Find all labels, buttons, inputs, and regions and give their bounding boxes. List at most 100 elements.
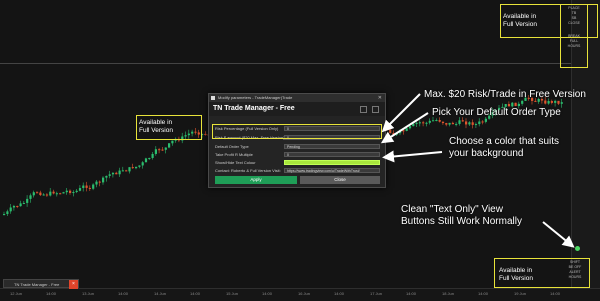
- color-choice-note: Choose a color that suits your backgroun…: [449, 136, 559, 160]
- candle-body: [78, 188, 82, 191]
- available-label-dialog: Available in Full Version: [139, 119, 173, 135]
- candle-body: [52, 191, 55, 194]
- trade-panel-bottom: SHIFT BE OFF ALERT HOURS: [563, 260, 587, 288]
- panel-button-close[interactable]: CLOSE: [562, 21, 586, 26]
- candle-body: [418, 122, 421, 124]
- available-line-2: Full Version: [499, 275, 533, 282]
- candle-body: [168, 143, 171, 148]
- available-label-bottom: Available in Full Version: [499, 267, 533, 283]
- param-label: Contact: Roberto & Full Version Visit:: [215, 168, 281, 173]
- candle-body: [474, 124, 478, 126]
- square-icon[interactable]: [360, 106, 367, 113]
- candle-body: [471, 122, 474, 125]
- candle-body: [458, 120, 461, 124]
- time-axis-label: 13 Jun: [82, 291, 95, 296]
- candle-body: [478, 121, 481, 125]
- candle-body: [151, 153, 154, 158]
- note-line: Choose a color that suits: [449, 136, 560, 147]
- available-line-2: Full Version: [139, 127, 173, 134]
- candle-body: [415, 122, 418, 124]
- candle-body: [557, 100, 560, 104]
- candle-body: [547, 101, 550, 104]
- candle-body: [6, 211, 9, 215]
- candle-body: [451, 122, 454, 125]
- candle-body: [455, 123, 458, 125]
- horizontal-level-line[interactable]: [0, 63, 572, 64]
- candle-body: [481, 121, 484, 123]
- minimized-indicator-tab[interactable]: TN Trade Manager - Free ×: [3, 279, 79, 289]
- candle-body: [161, 149, 164, 151]
- candle-body: [204, 133, 207, 135]
- candle-body: [19, 203, 22, 207]
- available-line-1: Available in: [503, 13, 537, 20]
- take-profit-input[interactable]: 0: [284, 152, 380, 157]
- candle-body: [171, 140, 174, 144]
- candle-body: [405, 128, 408, 131]
- candle-body: [135, 166, 138, 169]
- x-icon[interactable]: [372, 106, 379, 113]
- candle-body: [534, 100, 537, 102]
- candle-body: [138, 165, 141, 167]
- candle-body: [425, 122, 428, 124]
- close-icon[interactable]: ✕: [378, 94, 382, 102]
- candle-body: [26, 198, 29, 203]
- time-axis-label: 16 Jun: [298, 291, 311, 296]
- candle-body: [118, 170, 121, 175]
- param-label: Take Profit R Multiple: [215, 152, 253, 157]
- panel-button-hours[interactable]: HOURS: [563, 275, 587, 280]
- available-line-1: Available in: [499, 267, 533, 274]
- dialog-header: TN Trade Manager - Free: [209, 102, 385, 116]
- max-risk-note: Max. $20 Risk/Trade in Free Version: [424, 89, 586, 100]
- candle-body: [95, 181, 98, 185]
- candle-body: [550, 101, 553, 103]
- candle-body: [32, 192, 35, 196]
- candle-body: [144, 158, 148, 163]
- candle-body: [385, 128, 388, 130]
- candle-body: [148, 157, 151, 159]
- time-axis[interactable]: 12 Jun 14:00 13 Jun 14:00 14 Jun 14:00 15 Jun 1…: [0, 288, 600, 301]
- status-dot: [575, 246, 580, 251]
- apply-button[interactable]: Apply: [215, 176, 297, 184]
- candle-body: [395, 133, 398, 135]
- candle-body: [12, 205, 16, 208]
- candle-body: [484, 118, 487, 122]
- candle-body: [517, 103, 520, 106]
- available-line-1: Available in: [139, 119, 173, 126]
- candle-body: [125, 170, 128, 172]
- time-axis-label: 18 Jun: [442, 291, 455, 296]
- x-icon[interactable]: ×: [69, 280, 78, 289]
- candle-body: [432, 120, 435, 122]
- dialog-titlebar[interactable]: Modify parameters - TradeManager(Trade ✕: [209, 94, 385, 102]
- time-axis-label: 14:00: [46, 291, 57, 296]
- contact-url-field[interactable]: https://www.tradingview.com/u/TradeWithT…: [284, 168, 380, 173]
- candle-body: [55, 193, 58, 195]
- candle-body: [22, 202, 25, 204]
- panel-button-hours[interactable]: HOURS: [562, 44, 586, 49]
- time-axis-label: 19 Jun: [514, 291, 527, 296]
- time-axis-label: 15 Jun: [226, 291, 239, 296]
- time-axis-label: 14:00: [118, 291, 129, 296]
- candle-body: [438, 120, 441, 122]
- order-type-select[interactable]: Pending: [284, 144, 380, 149]
- param-label: Default Order Type: [215, 144, 249, 149]
- text-only-note: Clean "Text Only" View Buttons Still Wor…: [401, 204, 522, 228]
- candle-body: [402, 130, 405, 132]
- candle-body: [141, 162, 144, 166]
- candle-body: [69, 190, 72, 193]
- time-axis-label: 14:00: [334, 291, 345, 296]
- candle-body: [164, 147, 167, 150]
- param-row-take-profit: Take Profit R Multiple 0: [209, 151, 385, 158]
- candle-body: [461, 120, 464, 122]
- candle-body: [29, 195, 32, 199]
- candle-body: [511, 102, 514, 107]
- candle-body: [521, 100, 524, 104]
- candle-body: [412, 123, 415, 127]
- candle-body: [16, 205, 19, 207]
- candle-body: [42, 194, 45, 196]
- text-colour-swatch[interactable]: [284, 160, 380, 165]
- candle-body: [422, 122, 425, 124]
- dialog-window-title: Modify parameters - TradeManager(Trade: [218, 95, 293, 100]
- candle-body: [131, 167, 134, 169]
- close-button[interactable]: Close: [300, 176, 380, 184]
- candle-body: [88, 187, 91, 189]
